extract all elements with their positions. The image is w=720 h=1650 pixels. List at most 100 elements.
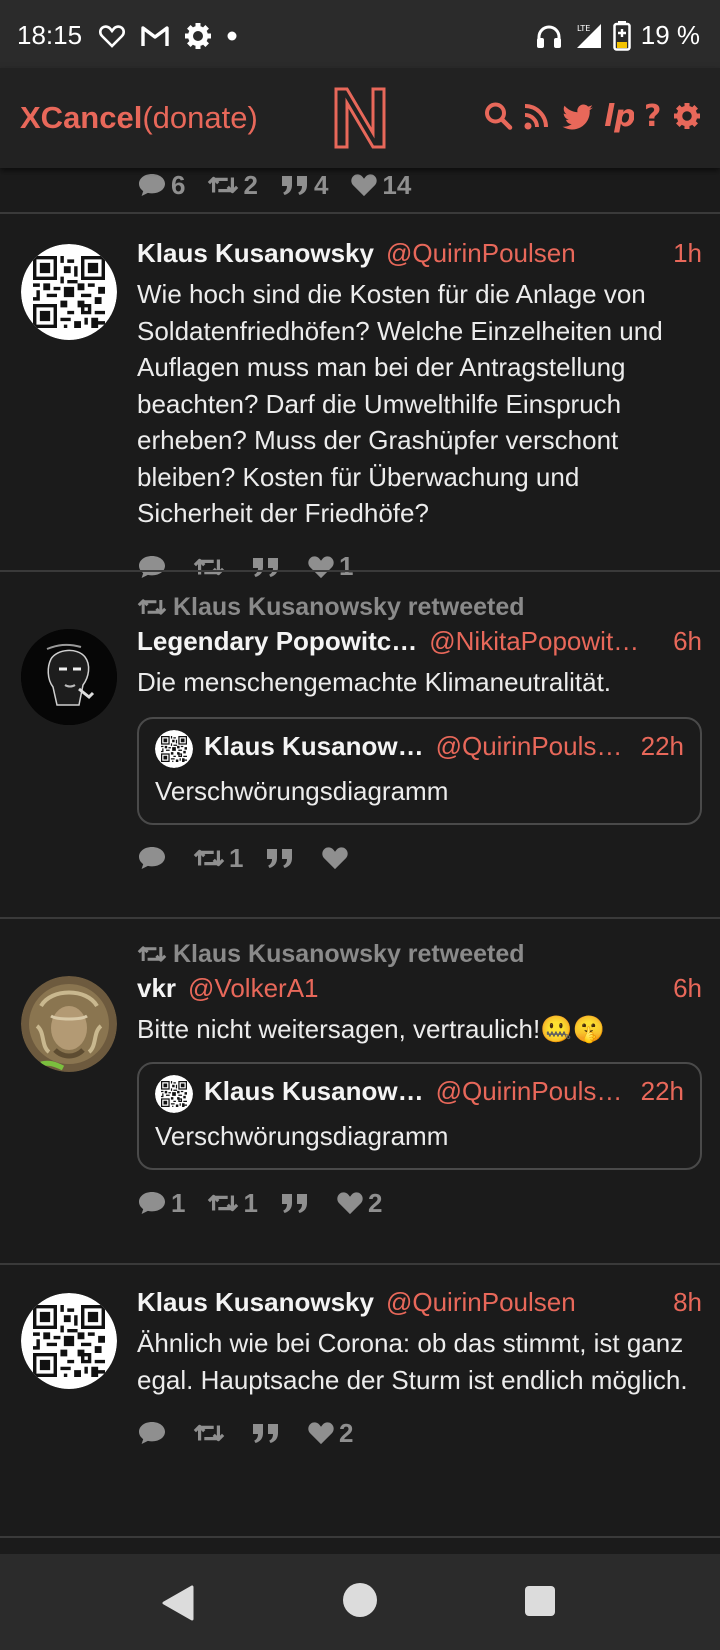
retweet-count[interactable]: 2: [207, 170, 258, 201]
username[interactable]: @QuirinPoulsen: [386, 238, 576, 269]
tweet[interactable]: Klaus Kusanowsky retweeted vkr @VolkerA1…: [0, 917, 720, 1263]
quote-display-name[interactable]: Klaus Kusanow…: [204, 1076, 424, 1107]
quote-count[interactable]: [265, 846, 299, 870]
tweet-header: Klaus Kusanowsky @QuirinPoulsen 1h: [137, 238, 702, 272]
username[interactable]: @VolkerA1: [188, 973, 318, 1004]
quote-text: Verschwörungsdiagramm: [155, 775, 449, 806]
retweet-icon: [137, 943, 167, 965]
quote-display-name[interactable]: Klaus Kusanow…: [204, 731, 424, 762]
timeline: 6 2 4 14 Klaus Kusanowsky @QuirinPoulsen…: [0, 168, 720, 1554]
avatar[interactable]: [21, 244, 117, 340]
username[interactable]: @QuirinPoulsen: [386, 1287, 576, 1318]
tweet-stats: 1: [137, 841, 702, 875]
header-actions: lp ?: [483, 98, 702, 134]
quote-header: Klaus Kusanow… @QuirinPouls… 22h: [155, 1074, 684, 1113]
liberapay-icon[interactable]: lp: [604, 98, 636, 134]
retweet-header: Klaus Kusanowsky retweeted: [137, 935, 702, 973]
previous-tweet-stats: 6 2 4 14: [137, 168, 433, 202]
tweet[interactable]: Klaus Kusanowsky retweeted Legendary Pop…: [0, 570, 720, 917]
tweet-text: Wie hoch sind die Kosten für die Anlage …: [137, 279, 663, 528]
app-header: XCancel(donate) lp ?: [0, 68, 720, 168]
tweet-header: Klaus Kusanowsky @QuirinPoulsen 8h: [137, 1287, 702, 1321]
like-count[interactable]: [321, 846, 353, 870]
tweet-header: Legendary Popowitc… @NikitaPopowit… 6h: [137, 626, 702, 660]
dot-icon: [227, 31, 237, 41]
search-icon[interactable]: [483, 98, 513, 134]
timestamp[interactable]: 8h: [663, 1287, 702, 1318]
retweet-icon: [137, 596, 167, 618]
home-icon[interactable]: [341, 1581, 379, 1619]
clock: 18:15: [17, 20, 83, 50]
tweet-text: Ähnlich wie bei Corona: ob das stimmt, i…: [137, 1328, 688, 1395]
tweet-content: Klaus Kusanowsky @QuirinPoulsen 8h Ähnli…: [137, 1287, 702, 1450]
svg-text:?: ?: [644, 99, 661, 134]
quote-timestamp[interactable]: 22h: [631, 1076, 684, 1107]
tweet-text: Die menschengemachte Klimaneutralität.: [137, 667, 612, 697]
like-count[interactable]: 2: [336, 1188, 382, 1219]
display-name[interactable]: Legendary Popowitc…: [137, 626, 417, 657]
recents-icon[interactable]: [523, 1584, 557, 1618]
display-name[interactable]: Klaus Kusanowsky: [137, 1287, 374, 1318]
tweet[interactable]: Klaus Kusanowsky @QuirinPoulsen 1h Wie h…: [0, 212, 720, 581]
display-name[interactable]: Klaus Kusanowsky: [137, 238, 374, 269]
retweeted-by[interactable]: Klaus Kusanowsky retweeted: [173, 593, 525, 622]
status-bar: 18:15 LTE 19 %: [0, 0, 720, 68]
quote-header: Klaus Kusanow… @QuirinPouls… 22h: [155, 729, 684, 768]
retweet-count[interactable]: 1: [193, 843, 243, 874]
reply-count[interactable]: [137, 1420, 171, 1446]
headphones-icon: [536, 25, 561, 48]
avatar[interactable]: [21, 629, 117, 725]
tweet-content: Klaus Kusanowsky @QuirinPoulsen 1h Wie h…: [137, 238, 702, 584]
reply-count[interactable]: 1: [137, 1188, 185, 1219]
help-icon[interactable]: ?: [643, 98, 663, 134]
tweet-header: vkr @VolkerA1 6h: [137, 973, 702, 1007]
username[interactable]: @NikitaPopowit…: [429, 626, 639, 657]
brand: XCancel(donate): [20, 100, 258, 136]
next-tweet-divider: [0, 1536, 720, 1554]
signal-icon: LTE: [576, 23, 601, 48]
donate-link[interactable]: (donate): [142, 100, 257, 135]
system-nav-bar: [0, 1554, 720, 1650]
quote-timestamp[interactable]: 22h: [631, 731, 684, 762]
like-count[interactable]: 2: [307, 1418, 353, 1449]
avatar[interactable]: [21, 1293, 117, 1389]
twitter-icon[interactable]: [561, 98, 595, 134]
retweet-count[interactable]: 1: [207, 1188, 258, 1219]
quote-username[interactable]: @QuirinPouls…: [436, 731, 623, 762]
avatar[interactable]: [21, 976, 117, 1072]
quoted-tweet[interactable]: Klaus Kusanow… @QuirinPouls… 22h Verschw…: [137, 1061, 702, 1170]
tweet-content: Klaus Kusanowsky retweeted Legendary Pop…: [137, 588, 702, 875]
like-count[interactable]: 14: [350, 170, 411, 201]
nitter-logo[interactable]: [333, 86, 387, 150]
heart-icon: [99, 25, 125, 48]
brand-link[interactable]: XCancel: [20, 100, 142, 135]
tweet[interactable]: Klaus Kusanowsky @QuirinPoulsen 8h Ähnli…: [0, 1263, 720, 1503]
retweet-header: Klaus Kusanowsky retweeted: [137, 588, 702, 626]
quote-count[interactable]: 4: [280, 170, 328, 201]
display-name[interactable]: vkr: [137, 973, 176, 1004]
rss-icon[interactable]: [522, 98, 552, 134]
quote-username[interactable]: @QuirinPouls…: [436, 1076, 623, 1107]
quoted-tweet[interactable]: Klaus Kusanow… @QuirinPouls… 22h Verschw…: [137, 716, 702, 825]
battery-icon: [612, 20, 631, 51]
reply-count[interactable]: 6: [137, 170, 185, 201]
timestamp[interactable]: 6h: [663, 626, 702, 657]
tweet-stats: 2: [137, 1416, 702, 1450]
retweet-count[interactable]: [193, 1421, 229, 1445]
quote-count[interactable]: [251, 1421, 285, 1445]
retweeted-by[interactable]: Klaus Kusanowsky retweeted: [173, 940, 525, 969]
settings-icon[interactable]: [672, 98, 702, 134]
quote-text: Verschwörungsdiagramm: [155, 1120, 449, 1151]
tweet-content: Klaus Kusanowsky retweeted vkr @VolkerA1…: [137, 935, 702, 1220]
settings-icon: [185, 23, 211, 49]
svg-text:LTE: LTE: [577, 24, 590, 33]
battery-percent: 19 %: [640, 20, 700, 50]
quote-avatar: [155, 1074, 193, 1113]
gmail-icon: [141, 26, 169, 46]
back-icon[interactable]: [160, 1584, 196, 1622]
timestamp[interactable]: 1h: [663, 238, 702, 269]
system-status: LTE 19 %: [535, 20, 700, 51]
timestamp[interactable]: 6h: [663, 973, 702, 1004]
quote-count[interactable]: [280, 1191, 314, 1215]
reply-count[interactable]: [137, 845, 171, 871]
